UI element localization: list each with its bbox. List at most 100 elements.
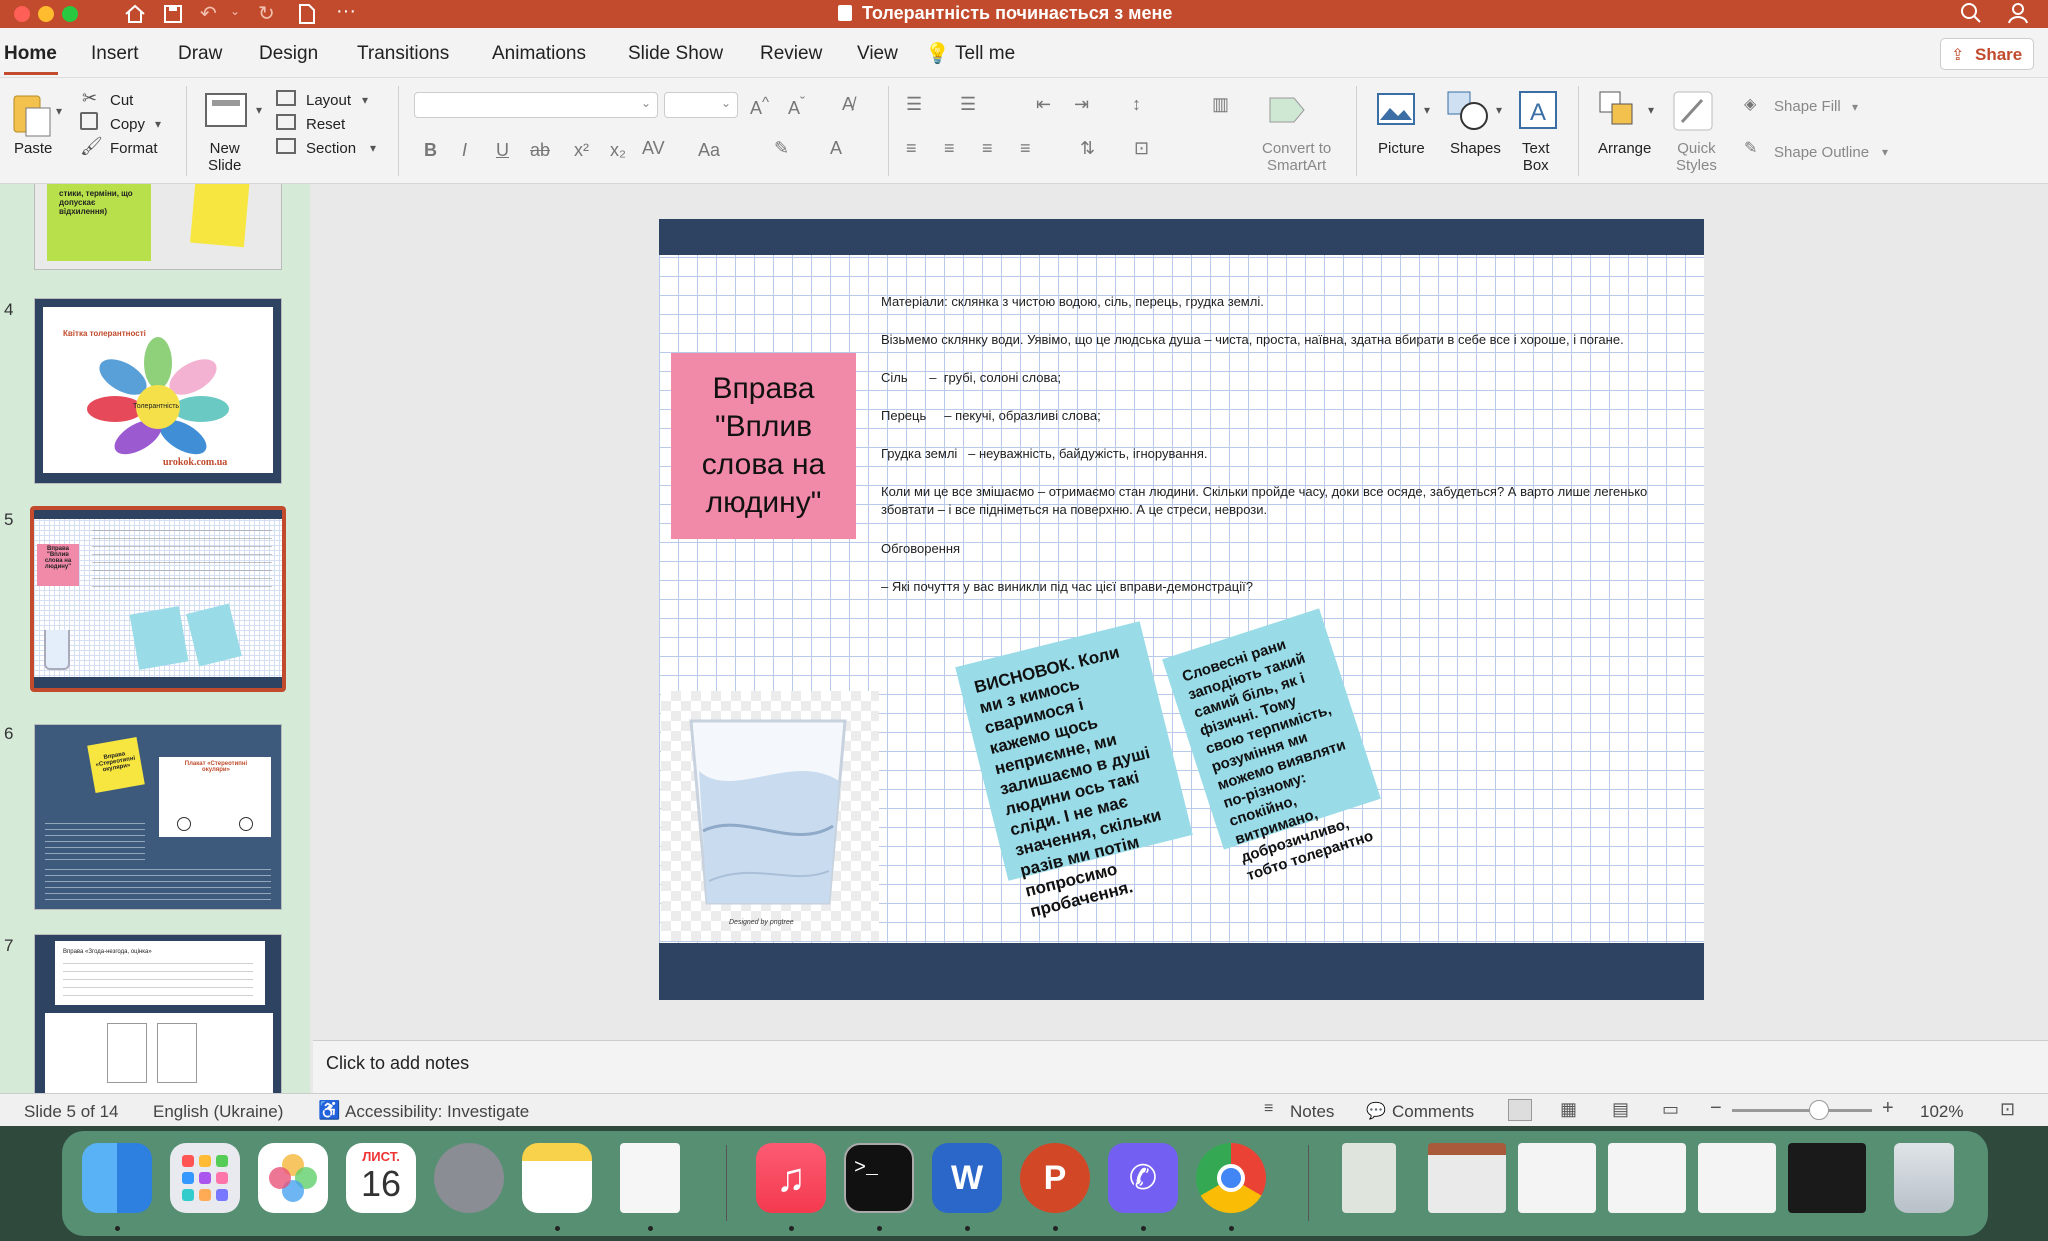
tab-draw[interactable]: Draw bbox=[178, 43, 222, 65]
redo-icon[interactable]: ↻ bbox=[258, 1, 275, 26]
align-center-icon[interactable]: ≡ bbox=[944, 138, 955, 159]
quick-styles-button[interactable]: Quick Styles bbox=[1676, 140, 1717, 174]
reset-button[interactable]: Reset bbox=[306, 116, 345, 133]
slide-thumbnail-6[interactable]: Вправа «Стереотипні окуляри» Плакат «Сте… bbox=[34, 724, 282, 910]
document-file-icon[interactable] bbox=[620, 1143, 680, 1213]
decrease-indent-icon[interactable]: ⇤ bbox=[1036, 94, 1051, 115]
text-box-button[interactable]: Text Box bbox=[1522, 140, 1550, 174]
photos-icon[interactable] bbox=[258, 1143, 328, 1213]
chevron-down-icon[interactable]: ⌄ bbox=[230, 4, 240, 18]
font-color-icon[interactable]: A bbox=[830, 138, 842, 159]
accessibility-button[interactable]: Accessibility: Investigate bbox=[345, 1102, 529, 1122]
copy-button[interactable]: Copy bbox=[110, 116, 145, 133]
text-box-icon[interactable]: A bbox=[1518, 90, 1558, 130]
shape-fill-button[interactable]: Shape Fill bbox=[1774, 98, 1841, 115]
zoom-slider-knob[interactable] bbox=[1808, 1100, 1829, 1120]
powerpoint-icon[interactable]: P bbox=[1020, 1143, 1090, 1213]
shape-outline-button[interactable]: Shape Outline bbox=[1774, 144, 1869, 161]
notes-button[interactable]: Notes bbox=[1290, 1102, 1334, 1122]
arrange-icon[interactable] bbox=[1598, 90, 1642, 130]
tell-me-search[interactable]: Tell me bbox=[955, 43, 1015, 65]
share-button[interactable]: ⇪ Share bbox=[1940, 38, 2034, 70]
word-icon[interactable]: W bbox=[932, 1143, 1002, 1213]
minimized-window-thumbnail[interactable] bbox=[1518, 1143, 1596, 1213]
cut-button[interactable]: Cut bbox=[110, 92, 133, 109]
minimized-window-thumbnail[interactable] bbox=[1608, 1143, 1686, 1213]
minimized-window-thumbnail[interactable] bbox=[1428, 1143, 1506, 1213]
new-document-icon[interactable] bbox=[298, 3, 316, 25]
notes-pane[interactable]: Click to add notes bbox=[313, 1040, 2048, 1093]
terminal-icon[interactable]: >_ bbox=[844, 1143, 914, 1213]
align-right-icon[interactable]: ≡ bbox=[982, 138, 993, 159]
highlight-icon[interactable]: ✎ bbox=[774, 138, 789, 159]
notes-app-icon[interactable] bbox=[522, 1143, 592, 1213]
text-direction-icon[interactable]: ⇅ bbox=[1080, 138, 1095, 159]
bullets-icon[interactable]: ☰ bbox=[906, 94, 922, 115]
convert-smartart-button[interactable]: Convert to SmartArt bbox=[1262, 140, 1331, 174]
increase-font-icon[interactable]: A^ bbox=[750, 94, 769, 119]
quick-styles-icon[interactable] bbox=[1672, 90, 1716, 134]
chevron-down-icon[interactable]: ▾ bbox=[256, 103, 262, 117]
underline-icon[interactable]: U bbox=[496, 140, 509, 161]
chevron-down-icon[interactable]: ▾ bbox=[1648, 103, 1654, 117]
minimized-window-thumbnail[interactable] bbox=[1342, 1143, 1396, 1213]
italic-icon[interactable]: I bbox=[462, 140, 467, 161]
tab-insert[interactable]: Insert bbox=[91, 43, 139, 65]
paste-icon[interactable] bbox=[10, 90, 54, 138]
verbal-wounds-note[interactable]: Словесні рани заподіють такий самий біль… bbox=[1162, 608, 1381, 884]
new-slide-button[interactable]: New Slide bbox=[208, 140, 241, 174]
slide-5[interactable]: Вправа "Вплив слова на людину" Матеріали… bbox=[659, 219, 1704, 1000]
minimized-window-thumbnail[interactable] bbox=[1788, 1143, 1866, 1213]
home-icon[interactable] bbox=[124, 4, 146, 24]
language-indicator[interactable]: English (Ukraine) bbox=[153, 1102, 283, 1122]
undo-icon[interactable]: ↶ bbox=[200, 1, 217, 26]
zoom-level[interactable]: 102% bbox=[1920, 1102, 1963, 1122]
strikethrough-icon[interactable]: ab bbox=[530, 140, 550, 161]
chevron-down-icon[interactable]: ▾ bbox=[56, 104, 62, 118]
format-painter-button[interactable]: Format bbox=[110, 140, 158, 157]
font-size-select[interactable]: ⌄ bbox=[664, 92, 738, 118]
trash-icon[interactable] bbox=[1894, 1143, 1954, 1213]
zoom-slider[interactable] bbox=[1732, 1100, 1872, 1120]
launchpad-icon[interactable] bbox=[170, 1143, 240, 1213]
superscript-icon[interactable]: x² bbox=[574, 140, 589, 161]
comments-button[interactable]: Comments bbox=[1392, 1102, 1474, 1122]
align-left-icon[interactable]: ≡ bbox=[906, 138, 917, 159]
picture-icon[interactable] bbox=[1376, 92, 1416, 126]
viber-icon[interactable]: ✆ bbox=[1108, 1143, 1178, 1213]
slide-show-icon[interactable]: ▭ bbox=[1662, 1099, 1679, 1120]
character-spacing-icon[interactable]: AV bbox=[642, 138, 665, 159]
slide-thumbnail-7[interactable]: Вправа «Згода-незгода, оцінка» bbox=[34, 934, 282, 1093]
system-settings-icon[interactable] bbox=[434, 1143, 504, 1213]
change-case-icon[interactable]: Aa bbox=[698, 140, 720, 161]
conclusion-note[interactable]: ВИСНОВОК. Коли ми з кимось сваримося і к… bbox=[955, 621, 1193, 921]
tab-review[interactable]: Review bbox=[760, 43, 822, 65]
smartart-icon[interactable] bbox=[1266, 92, 1310, 128]
more-icon[interactable]: ··· bbox=[336, 0, 356, 23]
chevron-down-icon[interactable]: ▾ bbox=[362, 93, 368, 107]
shapes-button[interactable]: Shapes bbox=[1450, 140, 1501, 157]
zoom-out-icon[interactable]: − bbox=[1710, 1097, 1722, 1120]
tab-transitions[interactable]: Transitions bbox=[357, 43, 449, 65]
music-icon[interactable]: ♫ bbox=[756, 1143, 826, 1213]
minimize-window-button[interactable] bbox=[38, 6, 54, 22]
chevron-down-icon[interactable]: ▾ bbox=[370, 141, 376, 155]
zoom-window-button[interactable] bbox=[62, 6, 78, 22]
layout-button[interactable]: Layout bbox=[306, 92, 351, 109]
chevron-down-icon[interactable]: ▾ bbox=[1424, 103, 1430, 117]
tab-animations[interactable]: Animations bbox=[492, 43, 586, 65]
fit-to-window-icon[interactable]: ⊡ bbox=[2000, 1099, 2015, 1120]
slide-thumbnail-5-selected[interactable]: Вправа "Вплив слова на людину" bbox=[30, 506, 286, 692]
slide-thumbnails-pane[interactable]: стики, терміни, що допускає відхилення) … bbox=[0, 184, 310, 1093]
chevron-down-icon[interactable]: ▾ bbox=[155, 117, 161, 131]
notes-placeholder[interactable]: Click to add notes bbox=[326, 1053, 469, 1074]
tab-home[interactable]: Home bbox=[4, 43, 57, 65]
chevron-down-icon[interactable]: ▾ bbox=[1882, 145, 1888, 159]
save-icon[interactable] bbox=[163, 4, 183, 24]
finder-icon[interactable] bbox=[82, 1143, 152, 1213]
font-family-select[interactable]: ⌄ bbox=[414, 92, 658, 118]
close-window-button[interactable] bbox=[14, 6, 30, 22]
paste-button[interactable]: Paste bbox=[14, 140, 52, 157]
tab-slide-show[interactable]: Slide Show bbox=[628, 43, 723, 65]
slide-thumbnail-4[interactable]: Квітка толерантності Толерантність uroko… bbox=[34, 298, 282, 484]
